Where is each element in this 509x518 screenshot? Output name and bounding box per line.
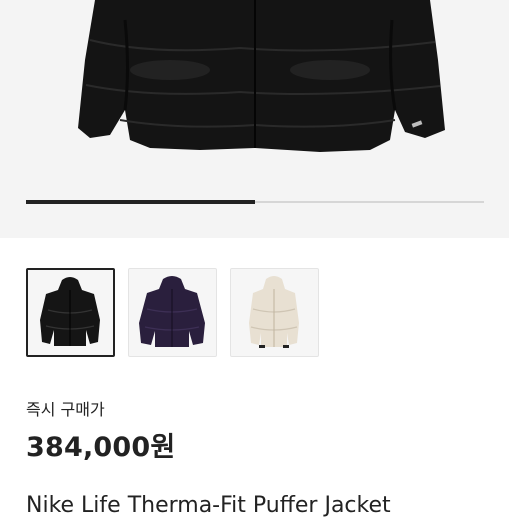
product-name: Nike Life Therma-Fit Puffer Jacket: [26, 493, 391, 518]
carousel-progress-indicator: [26, 200, 255, 204]
thumbnail-cream-jacket[interactable]: [230, 268, 319, 357]
purple-puffer-jacket-thumb: [139, 276, 205, 347]
thumbnail-purple-jacket[interactable]: [128, 268, 217, 357]
instant-buy-price: 384,000원: [26, 432, 176, 463]
thumbnail-black-jacket[interactable]: [26, 268, 115, 357]
instant-buy-price-label: 즉시 구매가: [26, 400, 105, 419]
cream-puffer-jacket-thumb: [249, 276, 299, 348]
product-image-carousel[interactable]: [0, 0, 509, 238]
carousel-progress-track: [26, 200, 484, 204]
thumbnail-list: [26, 268, 319, 358]
black-puffer-jacket-thumb: [40, 277, 100, 346]
